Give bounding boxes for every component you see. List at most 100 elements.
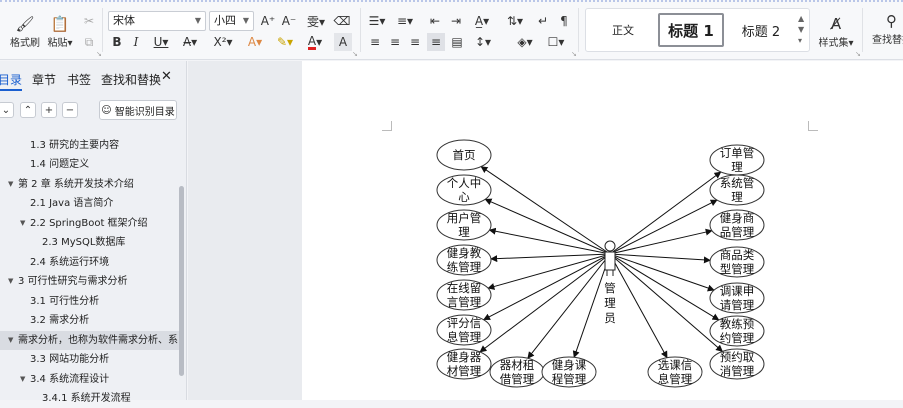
dialog-launcher-icon[interactable]: ↘ (352, 50, 358, 58)
use-case-node[interactable]: 选课信息管理 (647, 356, 703, 388)
expand-toggle-icon[interactable]: ▼ (8, 175, 13, 194)
chevron-down-icon: ⌄ (1, 104, 11, 116)
tab-bookmarks[interactable]: 书签 (67, 71, 91, 88)
char-shading-icon[interactable]: A (334, 33, 352, 51)
show-marks-icon[interactable]: ↵ (534, 12, 552, 30)
actor-body (604, 251, 616, 271)
border-icon[interactable]: ☐▾ (543, 33, 569, 51)
superscript-icon[interactable]: X²▾ (210, 33, 236, 51)
style-normal[interactable]: 正文 (592, 13, 654, 47)
bullet-list-icon[interactable]: ☰▾ (366, 12, 388, 30)
copy-icon[interactable]: ⧉ (80, 33, 98, 51)
align-left-icon[interactable]: ≡ (366, 33, 384, 51)
style-set-button[interactable]: A̸ 样式集▾ (815, 12, 857, 52)
use-case-node[interactable]: 评分信息管理 (436, 314, 492, 346)
expand-toggle-icon[interactable]: ▼ (8, 272, 13, 291)
toc-item[interactable]: 2.1 Java 语言简介 (0, 194, 180, 213)
collapse-button[interactable]: ⌄ (0, 102, 14, 118)
font-size-select[interactable]: 小四 ▼ (209, 11, 254, 31)
sort-icon[interactable]: ⇅▾ (503, 12, 527, 30)
style-scroll-icon[interactable]: ▲ ▼ ▾ (798, 13, 804, 46)
style-heading2[interactable]: 标题 2 (730, 13, 792, 47)
format-painter-button[interactable]: 🖌 格式刷 (6, 12, 44, 52)
toc-item[interactable]: 3.1 可行性分析 (0, 292, 180, 311)
toc-item[interactable]: 1.3 研究的主要内容 (0, 136, 180, 155)
add-heading-button[interactable]: + (41, 102, 57, 118)
use-case-node[interactable]: 个人中心 (436, 174, 492, 206)
highlight-icon[interactable]: ✎▾ (272, 33, 298, 51)
grow-font-icon[interactable]: A⁺ (259, 12, 277, 30)
font-color-icon[interactable]: A ▾ (302, 33, 328, 51)
expand-toggle-icon[interactable]: ▼ (20, 214, 25, 233)
style-heading1[interactable]: 标题 1 (658, 13, 724, 47)
use-case-node[interactable]: 健身商品管理 (709, 209, 765, 241)
use-case-node[interactable]: 健身器材管理 (436, 348, 492, 380)
remove-heading-button[interactable]: − (62, 102, 78, 118)
underline-icon[interactable]: U▾ (148, 33, 174, 51)
clear-format-icon[interactable]: ⌫ (333, 12, 351, 30)
toc-item[interactable]: 3.4.1 系统开发流程 (0, 389, 180, 408)
toc-item[interactable]: ▼ 3 可行性研究与需求分析 (0, 272, 180, 291)
smart-toc-button[interactable]: ☺ 智能识别目录 (99, 100, 177, 120)
italic-icon[interactable]: I (127, 33, 145, 51)
toc-item[interactable]: 3.3 网站功能分析 (0, 350, 180, 369)
shading-icon[interactable]: ◈▾ (512, 33, 538, 51)
close-icon[interactable]: ✕ (161, 69, 172, 84)
dialog-launcher-icon[interactable]: ↘ (571, 50, 577, 58)
use-case-node[interactable]: 健身教练管理 (436, 244, 492, 276)
toc-item[interactable]: 3.2 需求分析 (0, 311, 180, 330)
shrink-font-icon[interactable]: A⁻ (280, 12, 298, 30)
use-case-node[interactable]: 在线留言管理 (436, 279, 492, 311)
toc-item-label: 3 可行性研究与需求分析 (18, 276, 128, 287)
paste-button[interactable]: 📋 粘贴▾ (44, 12, 76, 52)
line-spacing-icon[interactable]: ↕▾ (471, 33, 495, 51)
text-effect-icon[interactable]: A▾ (242, 33, 268, 51)
toc-item[interactable]: 2.4 系统运行环境 (0, 253, 180, 272)
tab-sections[interactable]: 章节 (32, 71, 56, 88)
nav-scrollbar[interactable] (179, 186, 184, 376)
expand-button[interactable]: ⌃ (20, 102, 36, 118)
toc-item-selected[interactable]: ▼ 需求分析，也称为软件需求分析、系… (0, 331, 180, 350)
bold-icon[interactable]: B (108, 33, 126, 51)
find-replace-button[interactable]: ⚲ 查找替换 (868, 12, 903, 52)
use-case-node[interactable]: 系统管理 (709, 174, 765, 206)
align-right-icon[interactable]: ≡ (406, 33, 424, 51)
use-case-node[interactable]: 器材租借管理 (489, 356, 545, 388)
use-case-node[interactable]: 订单管理 (709, 144, 765, 176)
strikethrough-icon[interactable]: A̶▾ (178, 33, 202, 51)
use-case-diagram[interactable]: 首页个人中心用户管理健身教练管理在线留言管理评分信息管理健身器材管理 器材租借管理… (430, 134, 775, 394)
justify-icon[interactable]: ≡ (427, 33, 445, 51)
use-case-label: 品管理 (720, 225, 755, 239)
toc-item[interactable]: ▼ 3.4 系统流程设计 (0, 370, 180, 389)
use-case-node[interactable]: 用户管理 (436, 209, 492, 241)
use-case-node[interactable]: 首页 (436, 139, 492, 171)
dialog-launcher-icon[interactable]: ↘ (96, 50, 102, 58)
phonetic-guide-icon[interactable]: 雯▾ (303, 12, 329, 30)
use-case-node[interactable]: 健身课程管理 (541, 356, 597, 388)
font-name-select[interactable]: 宋体 ▼ (108, 11, 206, 31)
use-case-node[interactable]: 商品类型管理 (709, 246, 765, 278)
use-case-label: 健身教 (447, 246, 482, 260)
numbered-list-icon[interactable]: ≡▾ (394, 12, 416, 30)
toc-item[interactable]: ▼ 第 2 章 系统开发技术介绍 (0, 175, 180, 194)
toc-item[interactable]: 1.4 问题定义 (0, 155, 180, 174)
distributed-icon[interactable]: ▤ (448, 33, 466, 51)
tab-find-replace[interactable]: 查找和替换 (101, 71, 161, 88)
toc-item[interactable]: ▼ 2.2 SpringBoot 框架介绍 (0, 214, 180, 233)
paragraph-mark-icon[interactable]: ¶ (555, 12, 573, 30)
admin-actor[interactable]: 管 理 员 (604, 240, 616, 325)
dialog-launcher-icon[interactable]: ↘ (855, 50, 861, 58)
decrease-indent-icon[interactable]: ⇤ (426, 12, 444, 30)
tab-toc[interactable]: 目录 (0, 71, 22, 88)
align-center-icon[interactable]: ≡ (386, 33, 404, 51)
expand-toggle-icon[interactable]: ▼ (8, 331, 13, 350)
cut-icon[interactable]: ✂ (80, 12, 98, 30)
increase-indent-icon[interactable]: ⇥ (447, 12, 465, 30)
toc-item[interactable]: 2.3 MySQL数据库 (0, 233, 180, 252)
text-direction-icon[interactable]: A̲▾ (470, 12, 494, 30)
use-case-node[interactable]: 教练预约管理 (709, 315, 765, 347)
use-case-node[interactable]: 调课申请管理 (709, 282, 765, 314)
use-case-node[interactable]: 预约取消管理 (709, 348, 765, 380)
use-case-label: 健身课 (552, 358, 587, 372)
expand-toggle-icon[interactable]: ▼ (20, 370, 25, 389)
